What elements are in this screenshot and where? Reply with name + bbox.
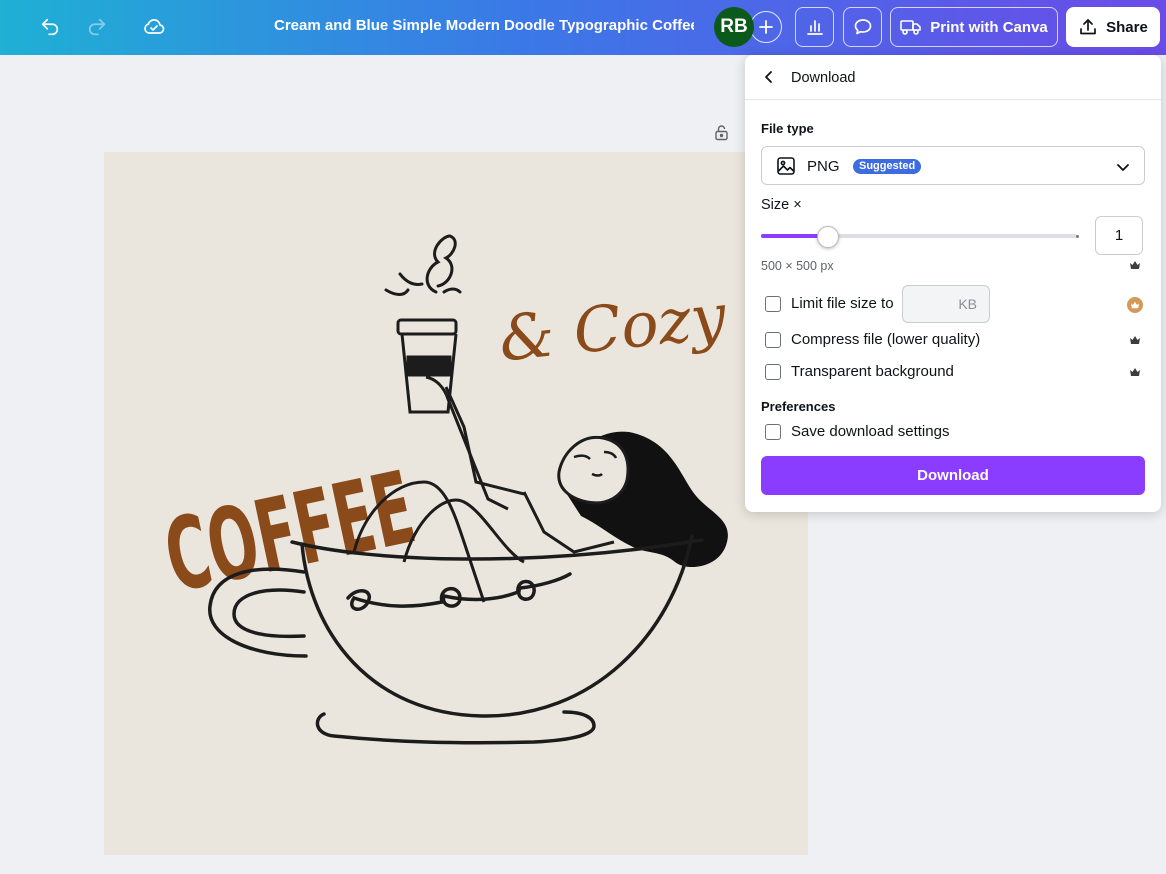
size-label: Size × [761,197,802,213]
print-with-canva-button[interactable]: Print with Canva [890,7,1058,47]
share-button[interactable]: Share [1066,7,1160,47]
design-title[interactable]: Cream and Blue Simple Modern Doodle Typo… [274,17,694,34]
chevron-down-icon [1117,164,1129,171]
preferences-label: Preferences [761,399,836,414]
suggested-badge: Suggested [853,159,922,174]
redo-icon [88,18,106,36]
premium-crown-icon [1127,297,1143,313]
download-panel-header: Download [745,55,1161,100]
avatar[interactable]: RB [714,7,754,47]
transparent-background-option[interactable]: Transparent background [765,363,954,380]
crown-icon [1130,336,1140,344]
limit-file-size-checkbox[interactable] [765,295,781,312]
slider-end-dot [1076,235,1079,238]
cloud-saved-icon [144,19,165,34]
file-size-kb-input[interactable]: KB [902,285,990,323]
file-type-select[interactable]: PNG Suggested [761,146,1145,185]
compress-file-option[interactable]: Compress file (lower quality) [765,331,980,348]
insights-icon [806,20,823,35]
share-label: Share [1106,18,1148,36]
share-upload-icon [1080,19,1096,35]
save-status-button[interactable] [136,8,172,46]
size-slider[interactable] [761,226,1077,248]
compress-file-label: Compress file (lower quality) [791,331,981,348]
download-panel: Download File type PNG Suggested Size × … [745,55,1161,512]
steam-doodle [384,234,462,296]
panel-title: Download [791,70,856,86]
file-type-label: File type [761,121,814,136]
undo-icon [41,18,59,36]
add-collaborator-button[interactable] [750,11,782,43]
truck-icon [900,20,922,35]
design-canvas[interactable]: COFFEE & Cozy [104,152,808,855]
crown-icon [1130,368,1140,376]
comment-icon [854,19,871,35]
insights-button[interactable] [795,7,834,47]
redo-button[interactable] [80,8,114,46]
limit-file-size-option[interactable]: Limit file size to [765,295,894,312]
lock-icon[interactable] [713,124,730,141]
undo-button[interactable] [33,8,67,46]
save-download-settings-label: Save download settings [791,423,950,440]
compress-file-checkbox[interactable] [765,331,781,348]
download-button[interactable]: Download [761,456,1145,495]
save-download-settings-checkbox[interactable] [765,423,781,440]
top-toolbar: Cream and Blue Simple Modern Doodle Typo… [0,0,1166,55]
back-chevron-icon[interactable] [761,69,777,85]
cozy-headline: & Cozy [495,279,730,375]
limit-file-size-label: Limit file size to [791,295,894,312]
size-slider-thumb[interactable] [817,226,840,248]
file-type-value: PNG [807,158,840,175]
dimensions-text: 500 × 500 px [761,259,834,273]
transparent-background-label: Transparent background [791,363,954,380]
print-with-canva-label: Print with Canva [930,18,1048,36]
image-file-icon [777,157,795,175]
comment-button[interactable] [843,7,882,47]
crown-icon [1130,261,1140,269]
plus-icon [759,20,773,34]
transparent-background-checkbox[interactable] [765,363,781,380]
save-download-settings-option[interactable]: Save download settings [765,423,949,440]
size-input[interactable]: 1 [1095,216,1143,255]
coffee-illustration: COFFEE & Cozy [155,234,730,745]
